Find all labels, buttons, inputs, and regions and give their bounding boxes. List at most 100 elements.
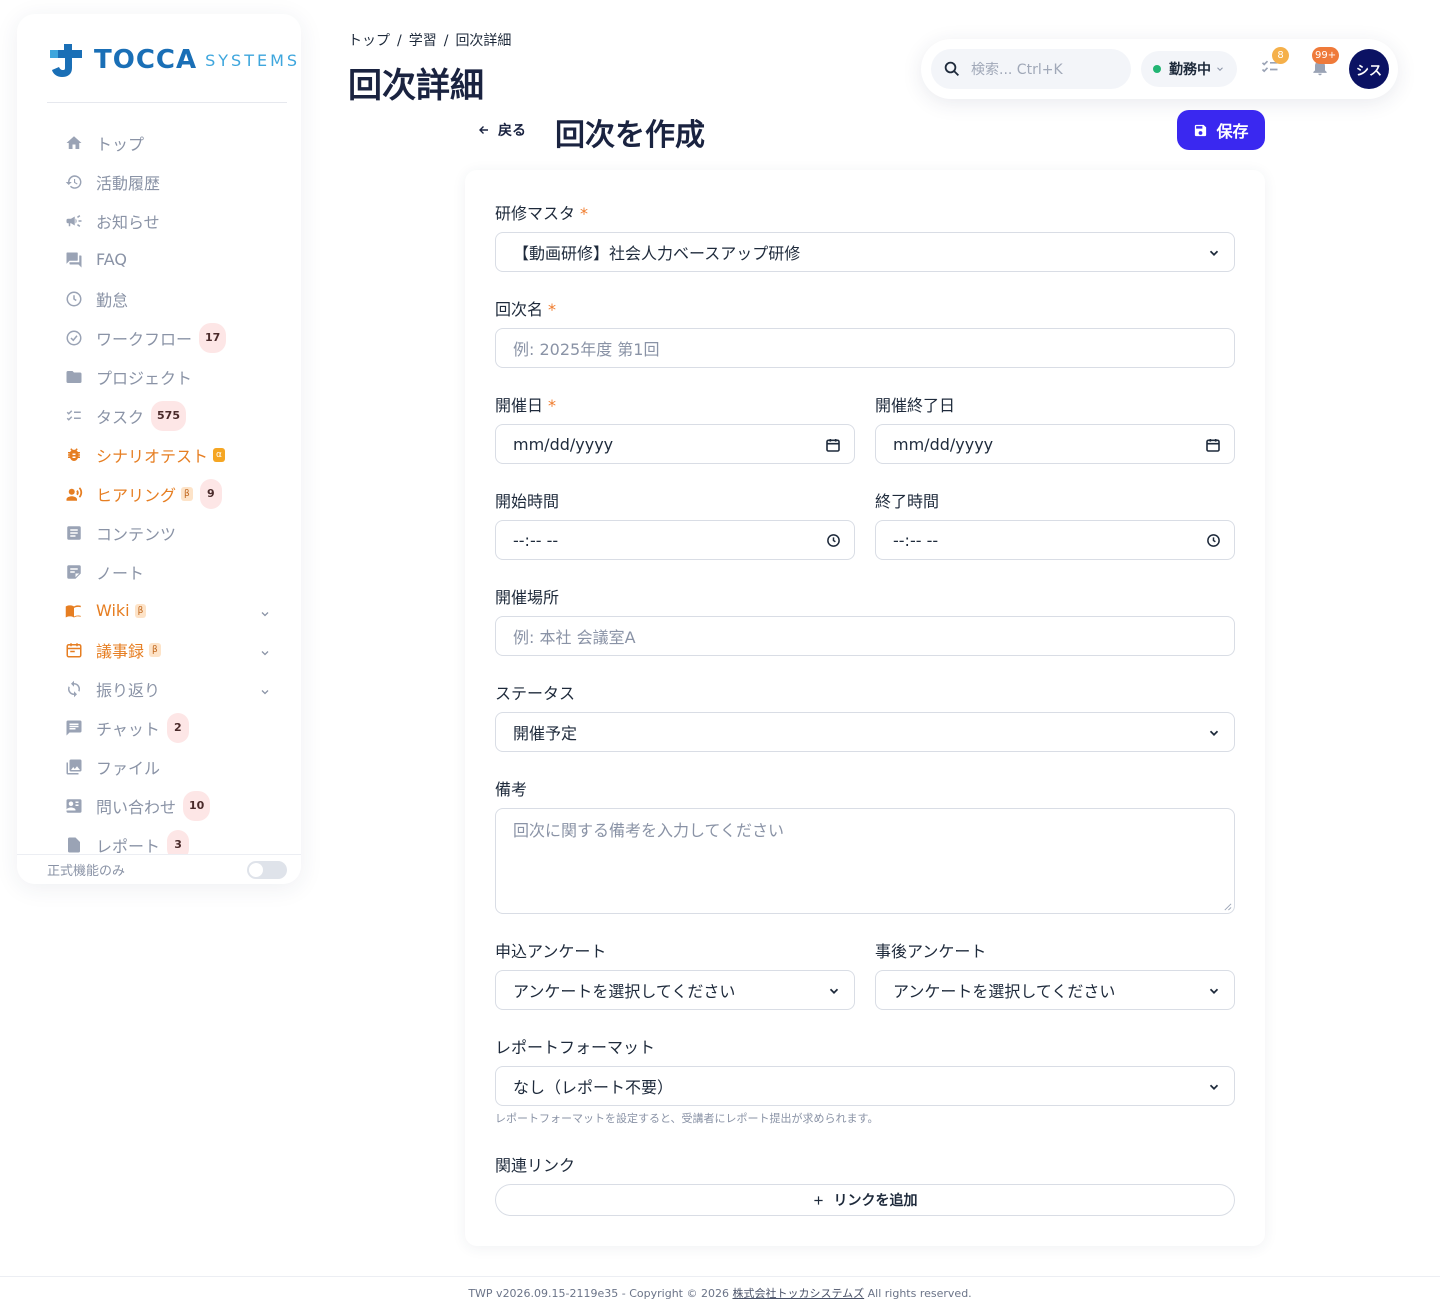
status-select[interactable]: 開催予定	[495, 712, 1235, 752]
required-mark: *	[548, 396, 557, 415]
logo-mark-icon	[50, 44, 82, 77]
avatar[interactable]: シス	[1349, 49, 1389, 89]
chevron-down-icon[interactable]	[259, 644, 271, 663]
apply-survey-value: アンケートを選択してください	[513, 982, 736, 1001]
notifications-count-badge: 99+	[1312, 47, 1340, 64]
date-input[interactable]: mm/dd/yyyy	[495, 424, 855, 464]
footer-rights: All rights reserved.	[864, 1287, 972, 1300]
sidebar-item-project[interactable]: プロジェクト	[17, 357, 301, 396]
end-time-value: --:-- --	[893, 530, 939, 550]
sidebar-item-faq[interactable]: FAQ	[17, 240, 301, 279]
report-icon	[64, 835, 84, 855]
sidebar-item-file[interactable]: ファイル	[17, 747, 301, 786]
official-only-label: 正式機能のみ	[47, 864, 126, 879]
date-value: mm/dd/yyyy	[513, 434, 614, 454]
note-icon	[64, 562, 84, 582]
sidebar-item-label: 議事録	[96, 641, 145, 661]
save-button[interactable]: 保存	[1177, 110, 1265, 150]
master-select[interactable]: 【動画研修】社会人力ベースアップ研修	[495, 232, 1235, 272]
logo[interactable]: TOCCA SYSTEMS	[48, 42, 300, 78]
end-date-input[interactable]: mm/dd/yyyy	[875, 424, 1235, 464]
date-label-text: 開催日	[495, 396, 544, 415]
sidebar-item-label: シナリオテスト	[96, 446, 209, 466]
end-time-label: 終了時間	[875, 492, 940, 511]
people-voice-icon	[64, 484, 84, 504]
status-dot	[1153, 65, 1161, 73]
sidebar-item-label: レポート	[96, 836, 161, 856]
sidebar-item-label: トップ	[96, 134, 145, 154]
master-label: 研修マスタ *	[495, 200, 588, 224]
start-time-input[interactable]: --:-- --	[495, 520, 855, 560]
calendar-icon[interactable]	[825, 437, 841, 457]
topbar: 検索... Ctrl+K 勤務中 8 99+ シス	[921, 39, 1398, 99]
tasks-count-badge: 8	[1272, 47, 1289, 64]
name-label: 回次名 *	[495, 296, 556, 320]
resize-handle-icon[interactable]	[1223, 902, 1232, 911]
back-button[interactable]: 戻る	[478, 120, 526, 140]
sidebar-item-label: タスク	[96, 407, 145, 427]
add-link-button[interactable]: リンクを追加	[495, 1184, 1235, 1216]
sidebar-item-top[interactable]: トップ	[17, 123, 301, 162]
date-label: 開催日 *	[495, 392, 556, 416]
clock-icon[interactable]	[826, 533, 841, 552]
footer-company-link[interactable]: 株式会社トッカシステムズ	[732, 1287, 864, 1300]
breadcrumb-item[interactable]: 学習	[409, 33, 437, 49]
sidebar-item-contact[interactable]: 問い合わせ 10	[17, 786, 301, 825]
megaphone-icon	[64, 211, 84, 231]
report-format-select[interactable]: なし（レポート不要）	[495, 1066, 1235, 1106]
sidebar-item-minutes[interactable]: 議事録 β	[17, 630, 301, 669]
chevron-down-icon[interactable]	[259, 683, 271, 702]
name-input[interactable]: 例: 2025年度 第1回	[495, 328, 1235, 368]
breadcrumb-item[interactable]: トップ	[348, 33, 390, 49]
work-status-dropdown[interactable]: 勤務中	[1141, 51, 1237, 87]
sidebar-item-history[interactable]: 活動履歴	[17, 162, 301, 201]
report-format-hint: レポートフォーマットを設定すると、受講者にレポート提出が求められます。	[495, 1112, 879, 1125]
book-icon	[64, 601, 84, 621]
tasks-button[interactable]: 8	[1260, 47, 1289, 81]
form-card: 研修マスタ * 【動画研修】社会人力ベースアップ研修 回次名 * 例: 2025年度…	[465, 170, 1265, 1246]
clock-icon[interactable]	[1206, 533, 1221, 552]
sidebar-item-scenario-test[interactable]: シナリオテスト α	[17, 435, 301, 474]
logo-sub: SYSTEMS	[205, 50, 301, 70]
sidebar-item-contents[interactable]: コンテンツ	[17, 513, 301, 552]
place-label: 開催場所	[495, 588, 560, 607]
sidebar-footer: 正式機能のみ	[17, 854, 301, 884]
sidebar-item-retrospective[interactable]: 振り返り	[17, 669, 301, 708]
checklist-icon	[64, 406, 84, 426]
hearing-badge: 9	[199, 478, 222, 509]
sidebar-item-note[interactable]: ノート	[17, 552, 301, 591]
place-placeholder: 例: 本社 会議室A	[513, 628, 636, 647]
search-icon	[944, 61, 960, 77]
sidebar-item-label: ヒアリング	[96, 485, 177, 505]
official-only-toggle[interactable]	[247, 861, 287, 879]
apply-survey-select[interactable]: アンケートを選択してください	[495, 970, 855, 1010]
sidebar-item-workflow[interactable]: ワークフロー 17	[17, 318, 301, 357]
apply-survey-label: 申込アンケート	[495, 942, 607, 961]
calendar-icon[interactable]	[1205, 437, 1221, 457]
notifications-button[interactable]: 99+	[1310, 47, 1340, 81]
sidebar-item-wiki[interactable]: Wiki β	[17, 591, 301, 630]
sidebar-item-task[interactable]: タスク 575	[17, 396, 301, 435]
chevron-down-icon[interactable]	[259, 605, 271, 624]
work-status-label: 勤務中	[1169, 62, 1211, 78]
sidebar-item-chat[interactable]: チャット 2	[17, 708, 301, 747]
search-input[interactable]: 検索... Ctrl+K	[931, 49, 1131, 89]
sidebar-item-news[interactable]: お知らせ	[17, 201, 301, 240]
notes-textarea[interactable]: 回次に関する備考を入力してください	[495, 808, 1235, 914]
sidebar-item-label: Wiki	[96, 601, 130, 620]
plus-icon	[813, 1195, 823, 1205]
sidebar-nav: トップ 活動履歴 お知らせ FAQ 勤怠 ワークフロー 17 プロジェクト タス…	[17, 123, 301, 864]
post-survey-select[interactable]: アンケートを選択してください	[875, 970, 1235, 1010]
sidebar-item-label: コンテンツ	[96, 524, 177, 544]
save-label: 保存	[1216, 122, 1249, 141]
sidebar-item-hearing[interactable]: ヒアリング β 9	[17, 474, 301, 513]
end-time-input[interactable]: --:-- --	[875, 520, 1235, 560]
start-time-value: --:-- --	[513, 530, 559, 550]
sidebar-item-label: 振り返り	[96, 680, 161, 700]
breadcrumb-item: 回次詳細	[455, 33, 512, 49]
master-value: 【動画研修】社会人力ベースアップ研修	[513, 244, 801, 263]
place-input[interactable]: 例: 本社 会議室A	[495, 616, 1235, 656]
required-mark: *	[580, 204, 589, 223]
sidebar-item-attendance[interactable]: 勤怠	[17, 279, 301, 318]
image-icon	[64, 757, 84, 777]
